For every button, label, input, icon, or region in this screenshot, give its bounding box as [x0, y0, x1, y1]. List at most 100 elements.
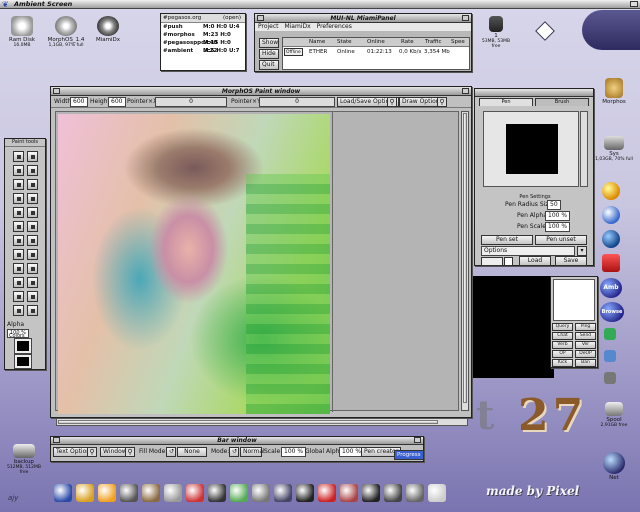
- tool-text-icon[interactable]: [27, 221, 38, 232]
- tool-ellipse-icon[interactable]: [27, 207, 38, 218]
- dock-doc-icon[interactable]: [428, 484, 446, 502]
- vertical-scrollbar[interactable]: [461, 111, 469, 411]
- close-icon[interactable]: [53, 437, 60, 443]
- mode-value[interactable]: Normal: [240, 447, 265, 457]
- right-icon-sys[interactable]: Sys 1,03GB, 70% full: [592, 136, 636, 162]
- right-orb-4[interactable]: [602, 254, 620, 272]
- dock-chart-icon[interactable]: [230, 484, 248, 502]
- tool-grid-icon[interactable]: [13, 291, 24, 302]
- irc-channel-row[interactable]: #ambient M:5 H:0 U:7: [161, 47, 245, 55]
- search-icon[interactable]: ⚲: [125, 447, 135, 457]
- right-small-icon-1[interactable]: [604, 328, 616, 340]
- tool-fill-icon[interactable]: [27, 193, 38, 204]
- irc-chat-button[interactable]: Chat: [552, 332, 573, 340]
- search-icon[interactable]: ⚲: [87, 447, 97, 457]
- disk-widget[interactable]: 1 53MB, 53MB free: [478, 16, 514, 49]
- foreground-color-swatch[interactable]: [14, 338, 32, 354]
- tool-airbrush-icon[interactable]: [13, 165, 24, 176]
- hide-button[interactable]: Hide: [259, 49, 279, 59]
- tool-line-icon[interactable]: [13, 179, 24, 190]
- depth-icon[interactable]: [414, 437, 421, 443]
- dock-magnify-icon[interactable]: [208, 484, 226, 502]
- irc-kick-button[interactable]: Kick: [552, 359, 573, 367]
- pen-title-bar[interactable]: [475, 89, 593, 97]
- portrait-image[interactable]: [58, 114, 330, 414]
- right-icon-net[interactable]: Net: [594, 452, 634, 481]
- dock-ambient-icon[interactable]: [76, 484, 94, 502]
- fill-mode-value[interactable]: None: [177, 447, 207, 457]
- tool-eraser-icon[interactable]: [13, 277, 24, 288]
- offline-toggle[interactable]: Offline: [284, 48, 303, 56]
- irc-verb-button[interactable]: Verb: [552, 341, 573, 349]
- bar-title-bar[interactable]: Bar window: [51, 437, 423, 445]
- desktop-icon-morphos-volume[interactable]: MorphOS_1.4 1,1GB, 97% full: [42, 16, 90, 48]
- dock-monitor-icon[interactable]: [274, 484, 292, 502]
- tool-hand-icon[interactable]: [13, 263, 24, 274]
- depth-icon[interactable]: [462, 88, 469, 94]
- tool-box-icon[interactable]: [13, 207, 24, 218]
- paint-title-bar[interactable]: MorphOS Paint window: [51, 87, 471, 96]
- pen-scale-field[interactable]: 100 %: [545, 222, 571, 232]
- quit-button[interactable]: Quit: [259, 60, 279, 70]
- irc-query-button[interactable]: Query: [552, 323, 573, 331]
- dock-calc-icon[interactable]: [406, 484, 424, 502]
- browse-button[interactable]: Browse: [600, 302, 624, 322]
- right-orb-1[interactable]: [602, 182, 620, 200]
- tool-curve-icon[interactable]: [27, 179, 38, 190]
- dock-terminal-icon[interactable]: [296, 484, 314, 502]
- tool-brush-icon[interactable]: [27, 277, 38, 288]
- tool-eyedrop-icon[interactable]: [27, 263, 38, 274]
- right-orb-2[interactable]: [602, 206, 620, 224]
- dock-folder-icon[interactable]: [142, 484, 160, 502]
- background-color-swatch[interactable]: [14, 354, 32, 369]
- tool-move-icon[interactable]: [27, 235, 38, 246]
- right-small-icon-3[interactable]: [604, 372, 616, 384]
- morphos-butterfly-icon[interactable]: ❦: [2, 0, 9, 9]
- desktop-icon-ramdisk[interactable]: Ram Disk 16.0MB: [2, 16, 42, 48]
- right-icon-morphos[interactable]: Morphos: [594, 78, 634, 105]
- load-button[interactable]: Load: [519, 256, 551, 266]
- options-dropdown-icon[interactable]: ▾: [577, 246, 587, 256]
- show-button[interactable]: Show: [259, 38, 279, 48]
- dock-paint-icon[interactable]: [186, 484, 204, 502]
- irc-ban-button[interactable]: Ban: [575, 359, 596, 367]
- desktop-icon-backup[interactable]: backup 512MB, 512MB free: [2, 444, 46, 475]
- tool-zoom-icon[interactable]: [13, 249, 24, 260]
- diamond-icon[interactable]: [535, 21, 555, 41]
- desktop-icon-miamidx[interactable]: MiamiDx: [88, 16, 128, 43]
- tool-poly-icon[interactable]: [13, 221, 24, 232]
- tool-select-icon[interactable]: [27, 151, 38, 162]
- scroll-thumb[interactable]: [58, 420, 438, 424]
- amb-button[interactable]: Amb: [600, 278, 622, 298]
- fill-mode-cycle[interactable]: ↺: [166, 447, 176, 457]
- irc-send-button[interactable]: Send: [575, 332, 596, 340]
- right-icon-spool[interactable]: Spool 2,91GB free: [592, 402, 636, 428]
- pointer-y-field[interactable]: 0: [259, 97, 335, 107]
- tool-dots-icon[interactable]: [27, 165, 38, 176]
- pen-preview-scrollbar[interactable]: [580, 111, 588, 187]
- irc-deop-button[interactable]: DeOP: [575, 350, 596, 358]
- dock-gun-icon[interactable]: [384, 484, 402, 502]
- tab-pen[interactable]: Pen: [479, 98, 533, 106]
- search-icon[interactable]: ⚲: [437, 97, 447, 107]
- irc-ver-button[interactable]: Ver: [575, 341, 596, 349]
- dock-photo-icon[interactable]: [340, 484, 358, 502]
- save-button[interactable]: Save: [555, 256, 587, 266]
- tool-rotate-icon[interactable]: [13, 305, 24, 316]
- close-icon[interactable]: [257, 15, 264, 21]
- irc-ping-button[interactable]: Ping: [575, 323, 596, 331]
- depth-icon[interactable]: [462, 15, 469, 21]
- search-icon[interactable]: ⚲: [387, 97, 397, 107]
- tool-flip-icon[interactable]: [27, 305, 38, 316]
- irc-channel-row[interactable]: #morphos M:23 H:0 U:40: [161, 31, 245, 46]
- table-row[interactable]: Offline ETHER Online 01:22:13 0,0 Kb/s 3…: [283, 47, 469, 57]
- scale-field[interactable]: 100 %: [281, 447, 307, 457]
- file-icon[interactable]: [481, 257, 503, 266]
- dock-sun-icon[interactable]: [98, 484, 116, 502]
- horizontal-scrollbar[interactable]: [56, 418, 468, 426]
- page-icon[interactable]: [504, 257, 513, 266]
- right-orb-3[interactable]: [602, 230, 620, 248]
- pen-radius-field[interactable]: 50: [547, 200, 561, 210]
- dock-pdf-icon[interactable]: [318, 484, 336, 502]
- pointer-x-field[interactable]: 0: [155, 97, 227, 107]
